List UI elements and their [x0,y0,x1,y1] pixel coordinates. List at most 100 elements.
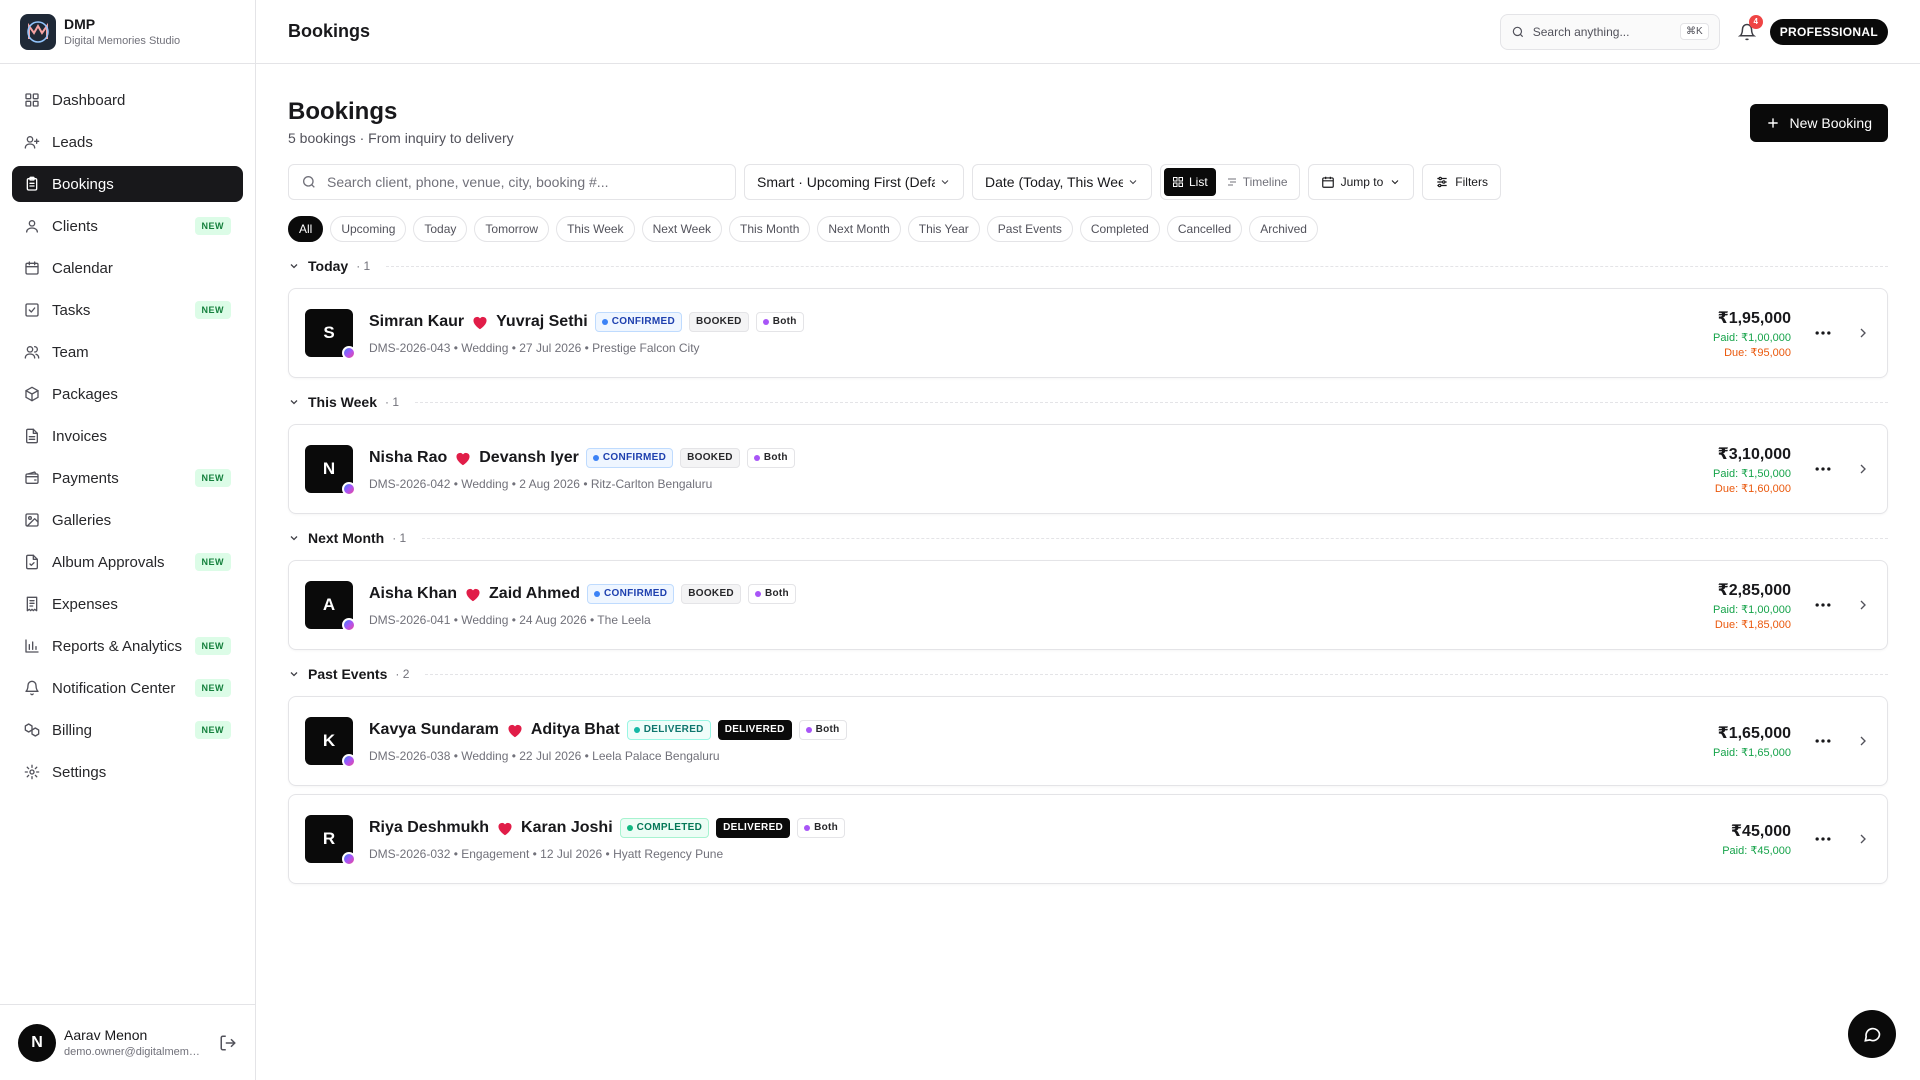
view-toggle: List Timeline [1160,164,1300,200]
date-select[interactable]: Date (Today, This Week) [972,164,1152,200]
jump-to-button[interactable]: Jump to [1307,164,1415,200]
chevron-down-icon [939,176,951,188]
amount-paid: Paid: ₹1,65,000 [1713,747,1791,759]
filter-chip-today[interactable]: Today [413,216,468,242]
filter-chip-completed[interactable]: Completed [1079,216,1160,242]
coverage-badge: Both [746,447,795,468]
chevron-right-icon[interactable] [1855,597,1871,613]
sidebar-item-label: Billing [52,721,93,739]
filter-chip-past-events[interactable]: Past Events [986,216,1073,242]
group-header[interactable]: This Week · 1 [288,388,1888,416]
sidebar-item-packages[interactable]: Packages [12,376,243,412]
chevron-right-icon[interactable] [1855,733,1871,749]
user-name: Aarav Menon [64,1027,148,1043]
booking-amounts: ₹3,10,000 Paid: ₹1,50,000 Due: ₹1,60,000 [1713,444,1791,495]
chevron-right-icon[interactable] [1855,831,1871,847]
filter-chip-all[interactable]: All [288,216,324,242]
sidebar-item-label: Notification Center [52,679,176,697]
booking-amounts: ₹1,95,000 Paid: ₹1,00,000 Due: ₹95,000 [1713,308,1791,359]
booking-card[interactable]: A Aisha Khan Zaid Ahmed CONFIRMED BOOKED… [288,560,1888,650]
page-header: Bookings 5 bookings · From inquiry to de… [288,64,1888,164]
sidebar-item-label: Packages [52,385,118,403]
user-icon [24,218,40,234]
shortcut-hint: ⌘K [1680,23,1709,40]
group-header[interactable]: Today · 1 [288,252,1888,280]
sidebar-item-invoices[interactable]: Invoices [12,418,243,454]
sidebar-item-billing[interactable]: Billing NEW [12,712,243,748]
file-icon [24,428,40,444]
amount-paid: Paid: ₹45,000 [1722,845,1791,857]
filter-chip-this-week[interactable]: This Week [556,216,635,242]
sidebar-item-tasks[interactable]: Tasks NEW [12,292,243,328]
filter-chip-next-month[interactable]: Next Month [817,216,901,242]
sidebar-item-expenses[interactable]: Expenses [12,586,243,622]
user-profile[interactable]: N Aarav Menon demo.owner@digitalmemories… [0,1004,255,1080]
booking-card[interactable]: R Riya Deshmukh Karan Joshi COMPLETED DE… [288,794,1888,884]
sidebar-item-dashboard[interactable]: Dashboard [12,82,243,118]
chevron-down-icon [1127,176,1139,188]
notifications-button[interactable]: 4 [1737,14,1763,41]
group-header[interactable]: Past Events · 2 [288,660,1888,688]
view-timeline-button[interactable]: Timeline [1218,168,1296,196]
boxes-icon [24,722,40,738]
sidebar-item-leads[interactable]: Leads [12,124,243,160]
booking-info: Simran Kaur Yuvraj Sethi CONFIRMED BOOKE… [369,311,1713,355]
coverage-label: Both [815,724,840,735]
global-search[interactable]: Search anything... ⌘K [1499,13,1720,50]
more-options-icon[interactable] [1813,459,1833,479]
booking-card[interactable]: K Kavya Sundaram Aditya Bhat DELIVERED D… [288,696,1888,786]
topbar: Bookings Search anything... ⌘K 4 PROFESS… [256,0,1920,64]
more-options-icon[interactable] [1813,323,1833,343]
logout-icon[interactable] [219,1034,237,1052]
chat-button[interactable] [1848,1010,1896,1058]
filter-chip-upcoming[interactable]: Upcoming [330,216,407,242]
stage-badge: DELIVERED [716,817,791,838]
sidebar-item-settings[interactable]: Settings [12,754,243,790]
filter-chip-cancelled[interactable]: Cancelled [1166,216,1243,242]
new-badge: NEW [194,637,231,655]
sidebar-item-album-approvals[interactable]: Album Approvals NEW [12,544,243,580]
sidebar-item-bookings[interactable]: Bookings [12,166,243,202]
sort-select-value: Smart · Upcoming First (Default) [757,174,935,190]
plan-badge[interactable]: PROFESSIONAL [1769,18,1888,45]
filter-chip-this-month[interactable]: This Month [729,216,811,242]
coverage-label: Both [814,822,839,833]
view-list-button[interactable]: List [1164,168,1216,196]
avatar[interactable]: N [18,1023,56,1062]
booking-groups: Today · 1 S Simran Kaur Yuvraj Sethi CON… [288,252,1888,884]
sidebar-item-team[interactable]: Team [12,334,243,370]
sidebar-item-label: Invoices [52,427,108,445]
group-count: · 2 [395,667,410,681]
timeline-icon [1226,176,1238,188]
more-options-icon[interactable] [1813,595,1833,615]
sort-select[interactable]: Smart · Upcoming First (Default) [744,164,964,200]
calendar-icon [24,260,40,276]
sidebar-item-clients[interactable]: Clients NEW [12,208,243,244]
filter-chip-next-week[interactable]: Next Week [641,216,723,242]
booking-search-input[interactable] [327,174,723,190]
group-title: Past Events [308,666,388,682]
brand[interactable]: DMP Digital Memories Studio [0,0,255,64]
sliders-icon [1435,175,1449,189]
sidebar-item-payments[interactable]: Payments NEW [12,460,243,496]
sidebar-item-label: Galleries [52,511,112,529]
booking-search-field[interactable] [288,164,736,200]
sidebar-item-calendar[interactable]: Calendar [12,250,243,286]
more-options-icon[interactable] [1813,731,1833,751]
filter-chip-this-year[interactable]: This Year [907,216,980,242]
sidebar-item-galleries[interactable]: Galleries [12,502,243,538]
page-subtitle: 5 bookings · From inquiry to delivery [288,130,514,146]
sidebar-item-reports-and-analytics[interactable]: Reports & Analytics NEW [12,628,243,664]
filters-button[interactable]: Filters [1422,164,1501,200]
filter-chip-tomorrow[interactable]: Tomorrow [474,216,550,242]
filter-chip-archived[interactable]: Archived [1249,216,1318,242]
chevron-right-icon[interactable] [1855,325,1871,341]
new-booking-button[interactable]: New Booking [1749,104,1888,142]
sidebar-item-notification-center[interactable]: Notification Center NEW [12,670,243,706]
booking-card[interactable]: S Simran Kaur Yuvraj Sethi CONFIRMED BOO… [288,288,1888,378]
more-options-icon[interactable] [1813,829,1833,849]
booking-card[interactable]: N Nisha Rao Devansh Iyer CONFIRMED BOOKE… [288,424,1888,514]
coverage-badge: Both [755,311,804,332]
group-header[interactable]: Next Month · 1 [288,524,1888,552]
chevron-right-icon[interactable] [1855,461,1871,477]
